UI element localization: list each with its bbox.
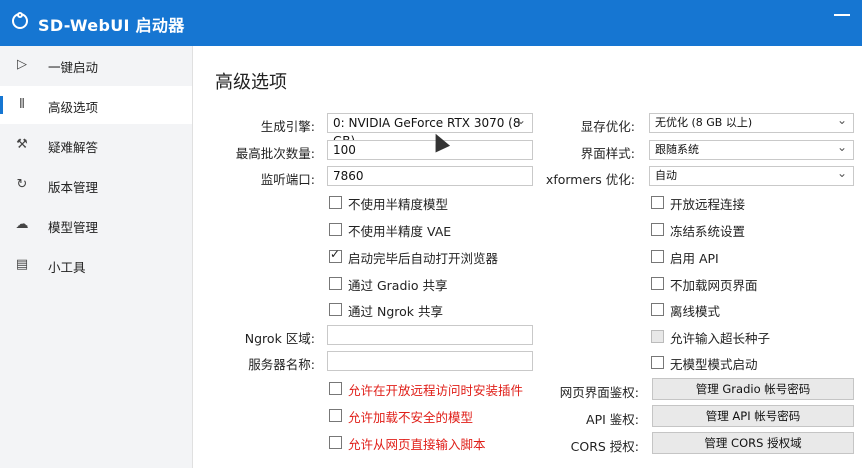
sidebar-item-tools[interactable]: ▤ 小工具	[0, 246, 192, 284]
theme-select[interactable]: 跟随系统	[649, 138, 854, 160]
offline-mode-label: 离线模式	[670, 304, 721, 319]
page-title: 高级选项	[215, 72, 287, 93]
ngrok-share-label: 通过 Ngrok 共享	[348, 304, 443, 319]
wrench-icon: ⚒	[16, 137, 28, 152]
no-model-start-label: 无模型模式启动	[670, 357, 758, 372]
batch-input[interactable]: 100	[327, 140, 533, 160]
xformers-label: xformers 优化:	[545, 172, 635, 187]
xformers-select[interactable]: 自动	[649, 164, 854, 186]
no-webui-checkbox[interactable]	[651, 277, 664, 290]
main-panel: 高级选项 生成引擎: 0: NVIDIA GeForce RTX 3070 (8…	[193, 46, 862, 468]
no-webui-label: 不加载网页界面	[670, 278, 758, 293]
sidebar-item-label: 小工具	[48, 260, 86, 275]
enable-api-label: 启用 API	[670, 251, 719, 266]
vram-label: 显存优化:	[580, 119, 635, 134]
theme-label: 界面样式:	[580, 146, 635, 161]
allow-extension-install-label: 允许在开放远程访问时安装插件	[348, 383, 524, 398]
mouse-cursor-icon	[430, 132, 448, 150]
vram-select[interactable]: 无优化 (8 GB 以上)	[649, 111, 854, 133]
autolaunch-checkbox[interactable]	[329, 247, 342, 263]
title-bar: SD-WebUI 启动器	[0, 0, 862, 46]
manage-api-auth-button[interactable]: 管理 API 帐号密码	[652, 405, 854, 427]
sidebar-item-versions[interactable]: ↻ 版本管理	[0, 166, 192, 204]
ngrok-region-input[interactable]	[327, 325, 533, 345]
port-label: 监听端口:	[260, 172, 315, 187]
no-half-vae-checkbox[interactable]	[329, 223, 342, 236]
port-input[interactable]: 7860	[327, 166, 533, 186]
window-title: SD-WebUI 启动器	[38, 16, 185, 35]
allow-web-scripts-checkbox[interactable]	[329, 436, 342, 449]
gradio-share-checkbox[interactable]	[329, 277, 342, 290]
offline-mode-checkbox[interactable]	[651, 303, 664, 316]
app-logo-icon	[12, 12, 28, 29]
manage-cors-button[interactable]: 管理 CORS 授权域	[652, 432, 854, 454]
freeze-settings-label: 冻结系统设置	[670, 224, 746, 239]
minimize-button[interactable]	[834, 14, 850, 16]
no-half-model-label: 不使用半精度模型	[348, 197, 449, 212]
allow-extension-install-checkbox[interactable]	[329, 382, 342, 395]
long-seed-label: 允许输入超长种子	[670, 331, 771, 346]
sidebar-item-models[interactable]: ☁ 模型管理	[0, 206, 192, 244]
play-icon: ▷	[17, 57, 27, 72]
gradio-share-label: 通过 Gradio 共享	[348, 278, 448, 293]
manage-gradio-auth-button[interactable]: 管理 Gradio 帐号密码	[652, 378, 854, 400]
cloud-icon: ☁	[15, 217, 29, 232]
allow-unsafe-models-label: 允许加载不安全的模型	[348, 410, 474, 425]
batch-label: 最高批次数量:	[235, 146, 315, 161]
remote-access-checkbox[interactable]	[651, 196, 664, 209]
allow-unsafe-models-checkbox[interactable]	[329, 409, 342, 422]
active-indicator	[0, 96, 3, 114]
sidebar: ▷ 一键启动 ⦀ 高级选项 ⚒ 疑难解答 ↻ 版本管理 ☁ 模型管理 ▤ 小工具	[0, 46, 193, 468]
sidebar-item-label: 一键启动	[48, 60, 99, 75]
enable-api-checkbox[interactable]	[651, 250, 664, 263]
autolaunch-label: 启动完毕后自动打开浏览器	[348, 251, 499, 266]
ngrok-region-label: Ngrok 区域:	[244, 331, 315, 346]
sidebar-item-advanced[interactable]: ⦀ 高级选项	[0, 86, 192, 124]
engine-select[interactable]: 0: NVIDIA GeForce RTX 3070 (8 GB)	[327, 111, 533, 148]
sliders-icon: ⦀	[19, 97, 25, 112]
sidebar-item-troubleshoot[interactable]: ⚒ 疑难解答	[0, 126, 192, 164]
server-name-label: 服务器名称:	[248, 357, 315, 372]
refresh-icon: ↻	[16, 177, 28, 192]
long-seed-checkbox[interactable]	[651, 330, 664, 343]
sidebar-item-label: 高级选项	[48, 100, 99, 115]
api-auth-label: API 鉴权:	[586, 412, 639, 427]
ngrok-share-checkbox[interactable]	[329, 303, 342, 316]
sidebar-item-label: 疑难解答	[48, 140, 99, 155]
toolbox-icon: ▤	[15, 257, 29, 272]
freeze-settings-checkbox[interactable]	[651, 223, 664, 236]
gradio-auth-label: 网页界面鉴权:	[559, 385, 639, 400]
sidebar-item-launch[interactable]: ▷ 一键启动	[0, 46, 192, 84]
engine-label: 生成引擎:	[260, 119, 315, 134]
allow-web-scripts-label: 允许从网页直接输入脚本	[348, 437, 486, 452]
remote-access-label: 开放远程连接	[670, 197, 746, 212]
server-name-input[interactable]	[327, 351, 533, 371]
cors-auth-label: CORS 授权:	[570, 439, 639, 454]
no-half-vae-label: 不使用半精度 VAE	[348, 224, 452, 239]
no-half-model-checkbox[interactable]	[329, 196, 342, 209]
sidebar-item-label: 模型管理	[48, 220, 99, 235]
no-model-start-checkbox[interactable]	[651, 356, 664, 369]
sidebar-item-label: 版本管理	[48, 180, 99, 195]
